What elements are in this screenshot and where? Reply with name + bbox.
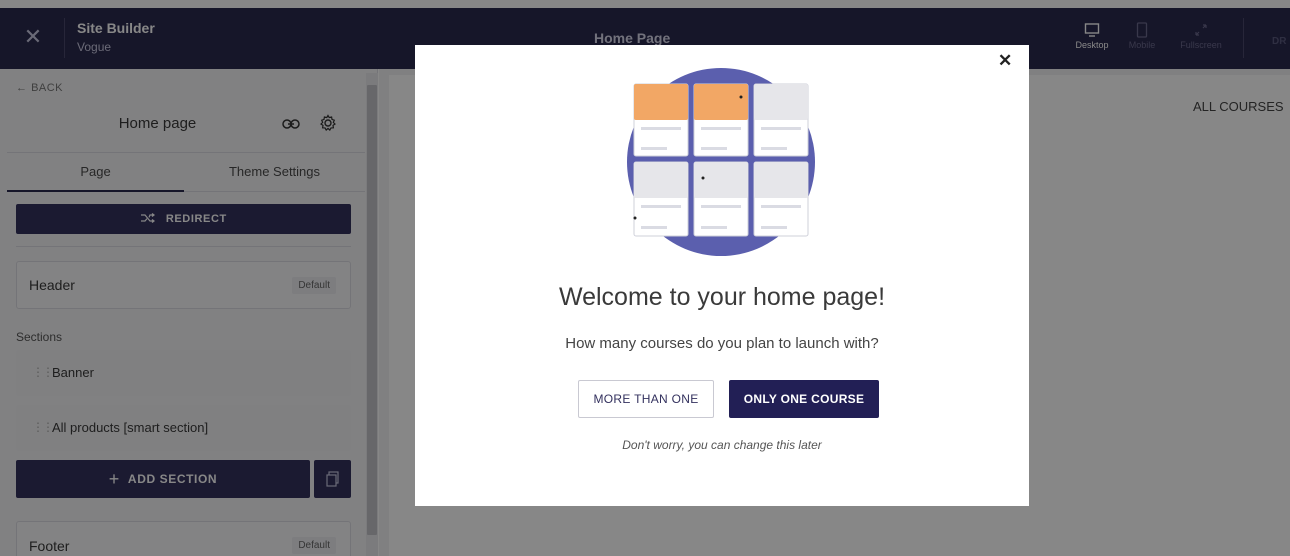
more-than-one-button[interactable]: MORE THAN ONE bbox=[578, 380, 714, 418]
courses-grid-illustration bbox=[621, 65, 821, 265]
modal-title: Welcome to your home page! bbox=[558, 283, 886, 311]
close-icon[interactable]: ✕ bbox=[998, 51, 1012, 71]
modal-question: How many courses do you plan to launch w… bbox=[565, 335, 879, 352]
only-one-course-button[interactable]: ONLY ONE COURSE bbox=[729, 380, 879, 418]
welcome-modal: ✕ Welcome to your home page! How many co… bbox=[415, 45, 1029, 506]
modal-note: Don't worry, you can change this later bbox=[622, 438, 822, 452]
